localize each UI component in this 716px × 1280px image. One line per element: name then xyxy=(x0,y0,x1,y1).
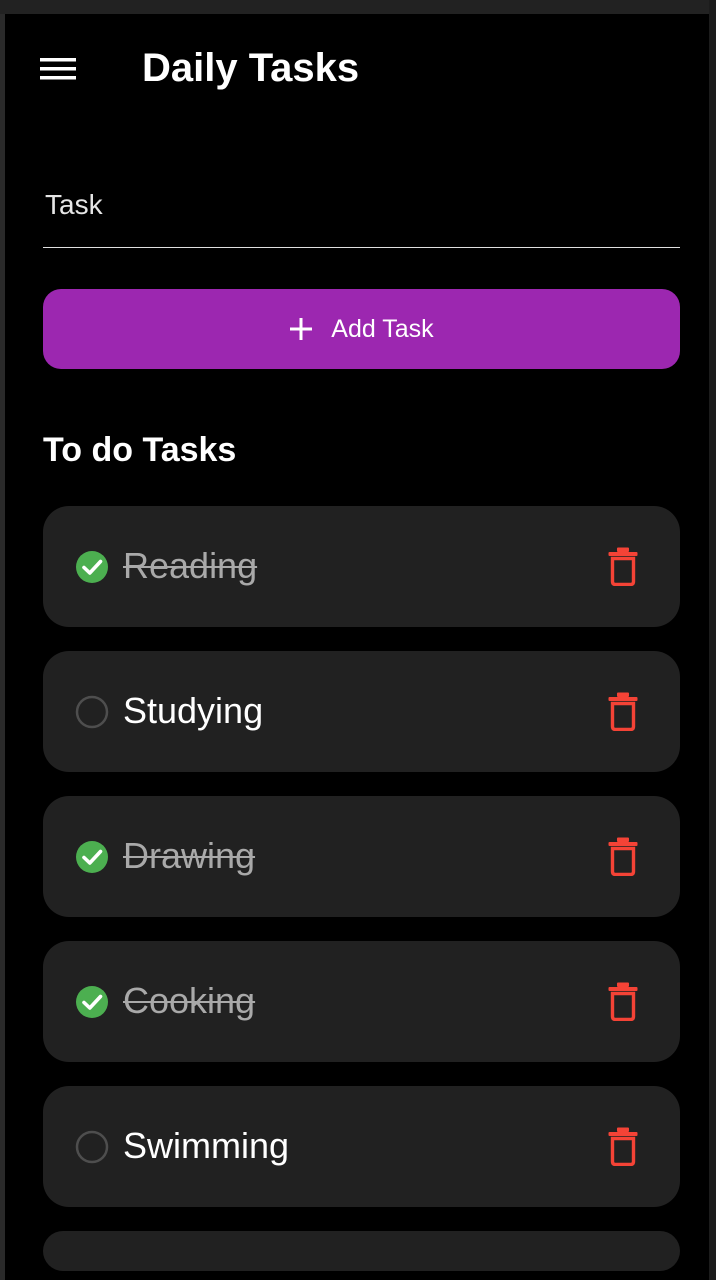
task-label: Swimming xyxy=(123,1125,290,1166)
task-label: Studying xyxy=(123,690,264,731)
task-label: Cooking xyxy=(123,980,256,1021)
add-task-button[interactable]: Add Task xyxy=(43,289,680,369)
plus-icon xyxy=(290,318,313,340)
add-task-label: Add Task xyxy=(331,314,434,343)
trash-icon[interactable] xyxy=(607,691,639,732)
task-input[interactable] xyxy=(43,174,680,248)
task-item[interactable]: Swimming xyxy=(43,1086,680,1207)
task-item[interactable]: Reading xyxy=(43,506,680,627)
trash-icon[interactable] xyxy=(607,836,639,877)
task-item[interactable]: Drawing xyxy=(43,796,680,917)
menu-button[interactable] xyxy=(39,54,77,84)
trash-icon[interactable] xyxy=(607,1126,639,1167)
task-label: Drawing xyxy=(123,835,256,876)
task-item-partial[interactable] xyxy=(43,1231,680,1271)
task-item[interactable]: Studying xyxy=(43,651,680,772)
task-label: Reading xyxy=(123,545,258,586)
section-title: To do Tasks xyxy=(43,431,237,469)
menu-icon xyxy=(40,58,76,80)
circle-outline-icon[interactable] xyxy=(75,1130,109,1164)
trash-icon[interactable] xyxy=(607,981,639,1022)
app-screen: Daily Tasks Add Task To do Tasks Reading… xyxy=(5,14,709,1280)
trash-icon[interactable] xyxy=(607,546,639,587)
window-top-edge xyxy=(0,0,716,14)
check-circle-icon[interactable] xyxy=(75,985,109,1019)
task-list: Reading Studying Drawing Cooking Swimming xyxy=(43,506,680,1280)
task-item[interactable]: Cooking xyxy=(43,941,680,1062)
check-circle-icon[interactable] xyxy=(75,550,109,584)
window-right-edge xyxy=(709,0,716,1280)
circle-outline-icon[interactable] xyxy=(75,695,109,729)
app-title: Daily Tasks xyxy=(142,46,360,90)
app-bar: Daily Tasks xyxy=(5,14,709,124)
check-circle-icon[interactable] xyxy=(75,840,109,874)
task-field xyxy=(43,174,680,250)
